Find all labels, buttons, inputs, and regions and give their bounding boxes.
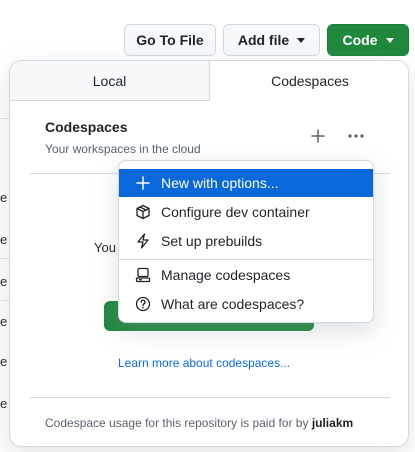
learn-more-link[interactable]: Learn more about codespaces...: [118, 356, 290, 370]
bg-text-fragment: e: [0, 354, 8, 369]
footer-text: Codespace usage for this repository is p…: [45, 416, 312, 430]
add-file-label: Add file: [237, 32, 290, 48]
menu-item-label: New with options...: [161, 175, 279, 191]
plus-icon[interactable]: [310, 128, 326, 144]
menu-item-label: What are codespaces?: [161, 296, 305, 312]
menu-item-set-up-prebuilds[interactable]: Set up prebuilds: [119, 227, 373, 255]
kebab-horizontal-icon[interactable]: [346, 128, 366, 144]
bg-text-fragment: e: [0, 396, 8, 411]
zap-icon: [137, 233, 149, 249]
plus-icon: [136, 176, 150, 190]
menu-item-new-with-options[interactable]: New with options...: [119, 169, 373, 197]
menu-divider: [119, 259, 373, 260]
code-label: Code: [342, 32, 378, 48]
codespaces-options-menu: New with options... Configure dev contai…: [118, 160, 374, 323]
bg-text-fragment: e: [0, 232, 8, 247]
bg-text-fragment: e: [0, 190, 8, 205]
obscured-text: You: [94, 240, 116, 255]
codespaces-title: Codespaces: [45, 119, 128, 135]
bg-text-fragment: e: [0, 274, 8, 289]
tab-bar: Local Codespaces: [10, 61, 408, 101]
codespaces-icon: [135, 267, 151, 283]
menu-item-label: Configure dev container: [161, 204, 310, 220]
tab-codespaces-label: Codespaces: [271, 73, 349, 89]
go-to-file-label: Go To File: [136, 32, 204, 48]
menu-item-label: Manage codespaces: [161, 267, 291, 283]
codespaces-subtitle: Your workspaces in the cloud: [45, 142, 201, 156]
add-file-button[interactable]: Add file: [223, 24, 320, 56]
chevron-down-icon: [297, 37, 306, 43]
question-icon: [135, 296, 151, 312]
menu-item-what-are-codespaces[interactable]: What are codespaces?: [119, 290, 373, 318]
usage-footer: Codespace usage for this repository is p…: [45, 416, 353, 430]
divider: [30, 397, 390, 398]
menu-item-manage-codespaces[interactable]: Manage codespaces: [119, 261, 373, 289]
footer-user[interactable]: juliakm: [312, 416, 353, 430]
tab-codespaces[interactable]: Codespaces: [210, 61, 408, 101]
tab-local[interactable]: Local: [10, 61, 210, 101]
menu-item-configure-dev-container[interactable]: Configure dev container: [119, 198, 373, 226]
bg-text-fragment: e: [0, 314, 8, 329]
container-icon: [136, 204, 150, 220]
menu-item-label: Set up prebuilds: [161, 233, 263, 249]
chevron-down-icon: [385, 37, 394, 43]
code-button[interactable]: Code: [327, 24, 409, 56]
go-to-file-button[interactable]: Go To File: [124, 24, 216, 56]
tab-local-label: Local: [92, 72, 127, 89]
